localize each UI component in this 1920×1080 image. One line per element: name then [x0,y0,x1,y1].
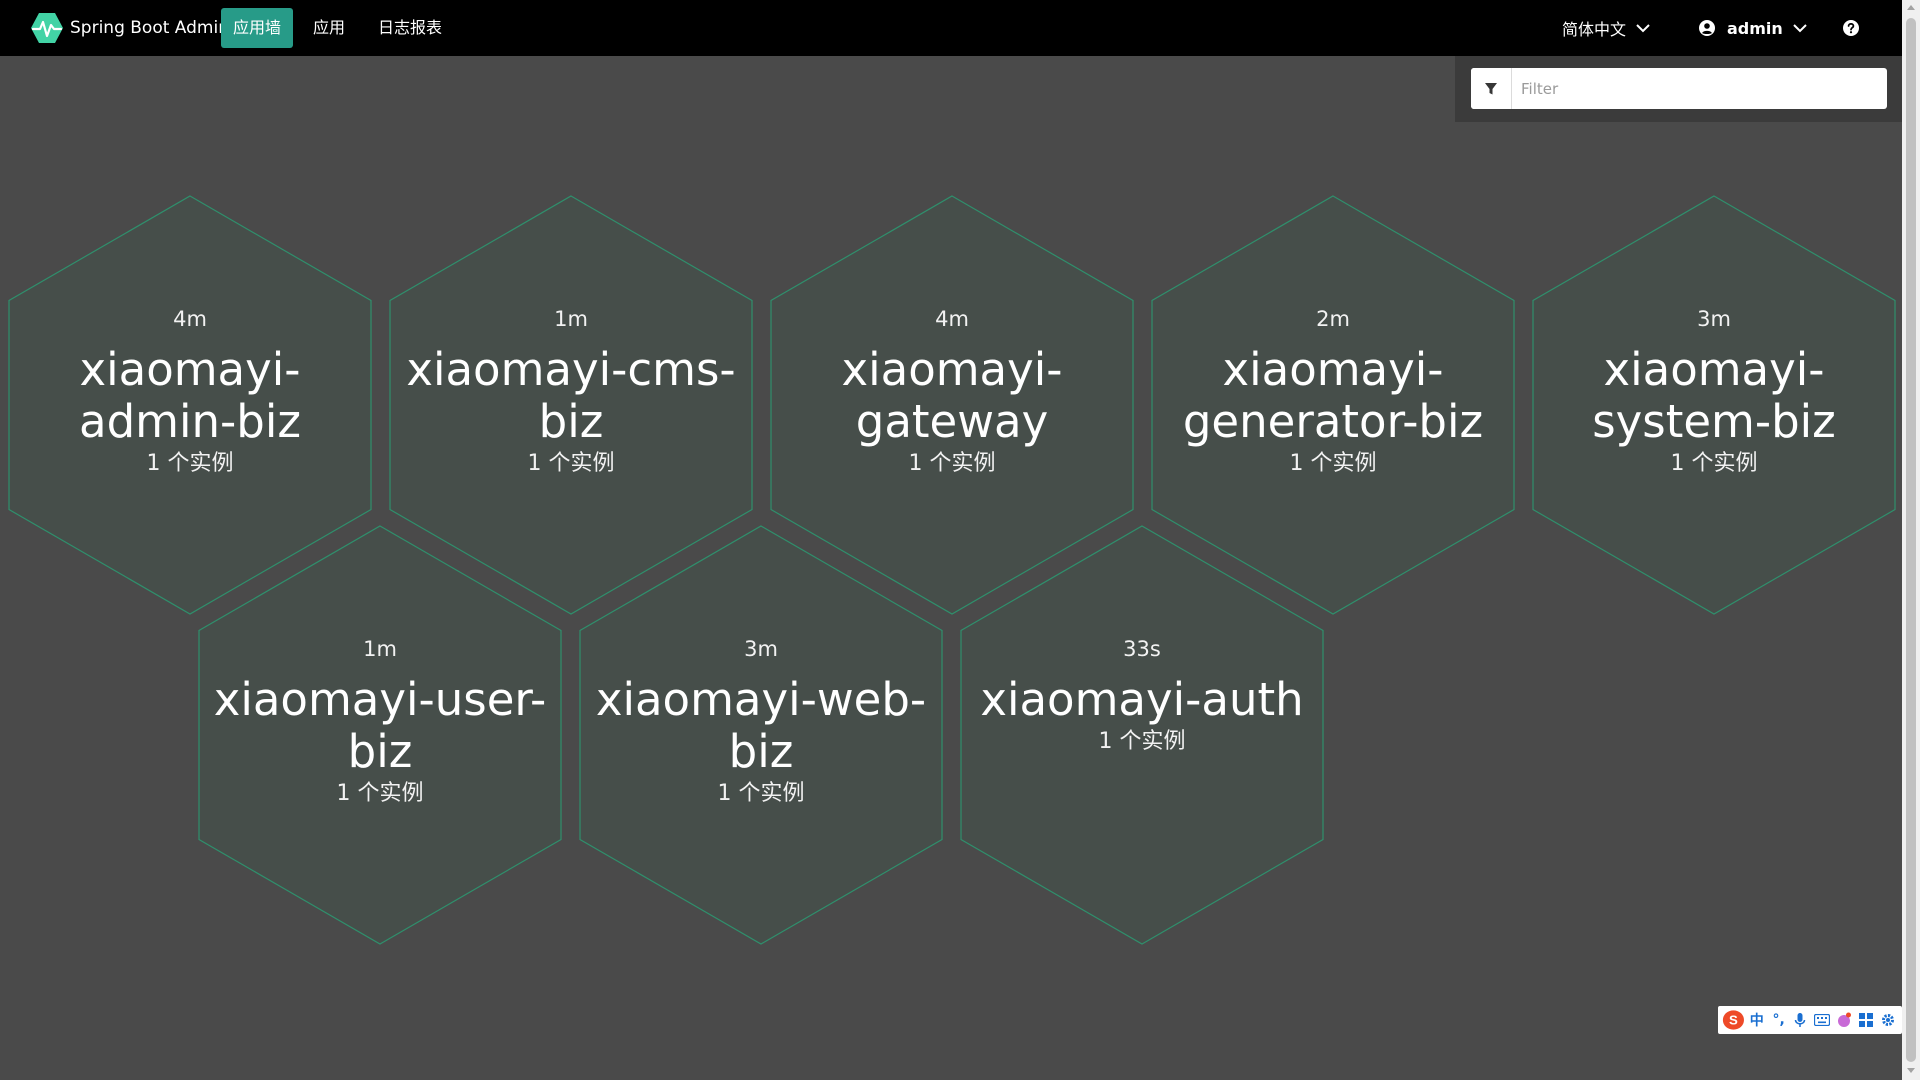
question-circle-icon [1843,20,1859,36]
navbar: Spring Boot Admin 应用墙 应用 日志报表 简体中文 admin [0,0,1902,56]
application-wall: 4m xiaomayi-admin-biz 1 个实例 1m xiaomayi-cms-… [0,0,1902,1080]
spring-boot-logo-icon [31,13,63,43]
settings-icon[interactable] [1880,1011,1896,1029]
scroll-down-arrow-icon[interactable] [1907,1068,1915,1073]
user-menu[interactable]: admin [1699,8,1807,48]
hex-grid [8,195,1896,945]
mic-icon[interactable] [1793,1011,1809,1029]
nav-item-wallboard[interactable]: 应用墙 [221,8,294,48]
brand-link[interactable]: Spring Boot Admin [30,12,229,44]
help-button[interactable] [1843,8,1859,48]
application-hex[interactable] [389,195,753,615]
ime-toolbar[interactable]: S 中 °, [1718,1006,1902,1034]
application-hex[interactable] [1151,195,1515,615]
skin-icon[interactable] [1836,1011,1852,1029]
nav-item-log-report[interactable]: 日志报表 [366,8,454,48]
application-hex[interactable] [8,195,372,615]
chevron-down-icon [1636,23,1650,32]
sogou-logo-icon: S [1722,1010,1744,1030]
user-name: admin [1727,18,1783,38]
filter-addon [1471,68,1512,109]
scroll-thumb[interactable] [1906,18,1916,1062]
application-hex[interactable] [770,195,1134,615]
filter-box [1471,68,1887,109]
application-hex[interactable] [1532,195,1896,615]
grid-icon[interactable] [1858,1011,1874,1029]
svg-text:S: S [1729,1012,1738,1027]
ime-chinese-mode[interactable]: 中 [1749,1011,1765,1029]
filter-panel [1455,56,1902,122]
brand-title: Spring Boot Admin [70,18,229,38]
keyboard-icon[interactable] [1814,1011,1831,1029]
vertical-scrollbar[interactable] [1902,0,1920,1080]
language-selector[interactable]: 简体中文 [1562,8,1650,48]
nav-item-applications[interactable]: 应用 [301,8,357,48]
chevron-down-icon [1793,23,1807,32]
application-hex[interactable] [198,525,562,945]
language-label: 简体中文 [1562,20,1627,39]
filter-icon [1485,82,1497,94]
scroll-up-arrow-icon[interactable] [1907,5,1915,10]
application-hex[interactable] [579,525,943,945]
filter-input[interactable] [1512,69,1887,108]
application-hex[interactable] [960,525,1324,945]
user-circle-icon [1699,20,1715,36]
ime-punctuation[interactable]: °, [1771,1011,1787,1029]
